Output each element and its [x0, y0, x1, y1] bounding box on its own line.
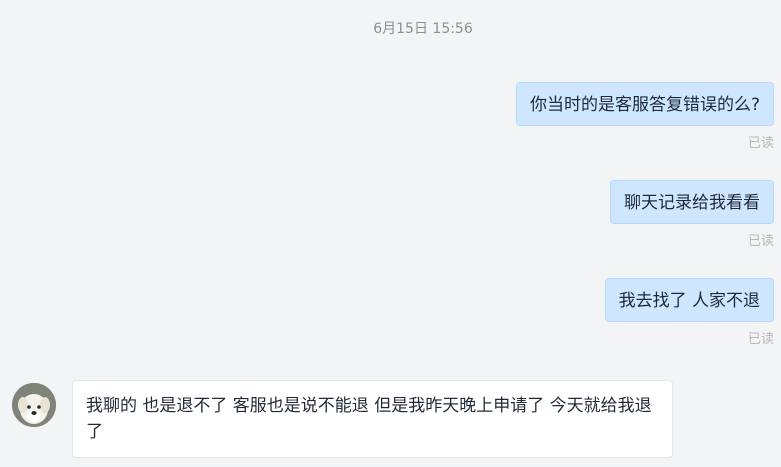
message-bubble[interactable]: 聊天记录给我看看 [610, 180, 774, 224]
outgoing-message: 我去找了 人家不退 已读 [604, 278, 774, 347]
chat-timestamp: 6月15日 15:56 [373, 21, 473, 37]
outgoing-message: 你当时的是客服答复错误的么? 已读 [515, 82, 774, 151]
message-bubble[interactable]: 你当时的是客服答复错误的么? [515, 82, 774, 126]
incoming-message-bubble[interactable]: 我聊的 也是退不了 客服也是说不能退 但是我昨天晚上申请了 今天就给我退了 [72, 380, 673, 458]
read-status: 已读 [747, 234, 774, 249]
dog-avatar-icon [12, 383, 56, 427]
read-status: 已读 [747, 332, 774, 347]
dog-avatar[interactable] [12, 383, 56, 427]
message-bubble[interactable]: 我去找了 人家不退 [604, 278, 774, 322]
outgoing-message: 聊天记录给我看看 已读 [610, 180, 774, 249]
read-status: 已读 [747, 136, 774, 151]
